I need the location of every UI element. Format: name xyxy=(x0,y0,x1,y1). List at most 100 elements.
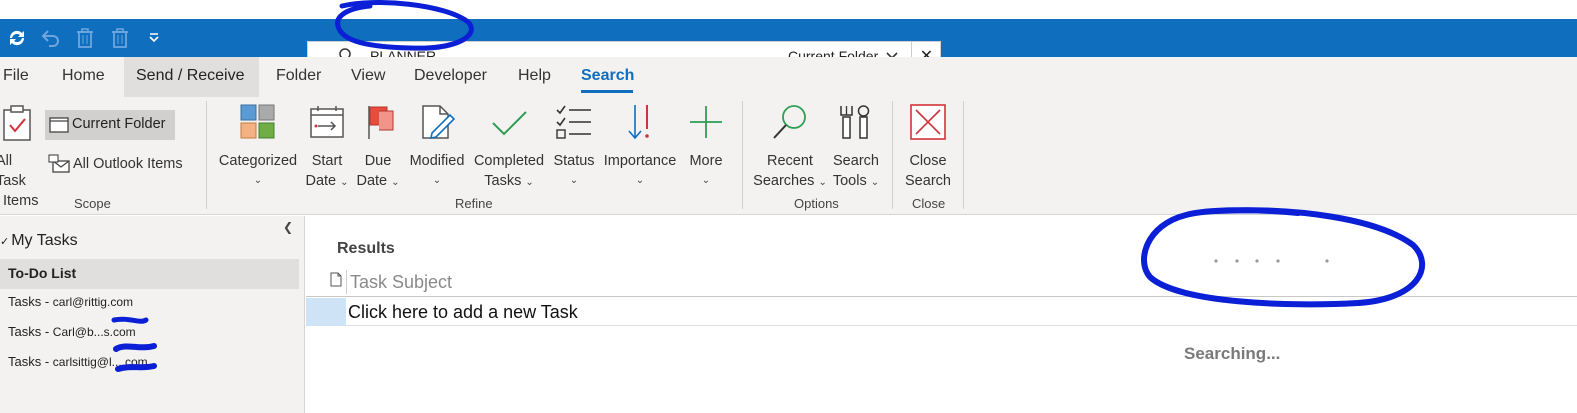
calendar-arrow-icon xyxy=(302,103,352,147)
searching-status: Searching... xyxy=(1184,344,1281,363)
delete-all-icon[interactable] xyxy=(107,25,133,51)
edit-document-icon xyxy=(404,103,470,147)
tab-home[interactable]: Home xyxy=(62,67,105,85)
search-tools-button[interactable]: Search Tools ⌄ xyxy=(828,103,884,193)
sync-icon[interactable] xyxy=(4,25,30,51)
more-button[interactable]: More ⌄ xyxy=(684,103,728,191)
all-task-items-button[interactable]: All Task Items xyxy=(0,105,44,211)
ribbon-separator xyxy=(963,101,964,209)
ribbon-separator xyxy=(206,101,207,209)
nav-item-tasks-account-3[interactable]: Tasks - carlsittig@l....com xyxy=(8,354,148,369)
close-search-label-2: Search xyxy=(905,173,951,189)
refine-group-label: Refine xyxy=(455,196,493,211)
tab-folder[interactable]: Folder xyxy=(276,67,321,85)
all-outlook-items-button[interactable]: All Outlook Items xyxy=(48,153,198,179)
new-task-placeholder[interactable]: Click here to add a new Task xyxy=(348,302,578,323)
importance-label: Importance xyxy=(603,153,677,169)
tools-icon xyxy=(828,103,884,147)
search-tools-label-1: Search xyxy=(833,153,879,169)
status-button[interactable]: Status ⌄ xyxy=(550,103,598,191)
checklist-icon xyxy=(550,103,598,147)
nav-item-tasks-account-2[interactable]: Tasks - Carl@b...s.com xyxy=(8,324,136,339)
categorize-icon xyxy=(214,103,302,147)
clipboard-check-icon xyxy=(2,105,44,147)
start-date-button[interactable]: Start Date ⌄ xyxy=(302,103,352,193)
column-divider xyxy=(346,270,347,294)
nav-item-account: carlsittig@l....com xyxy=(52,355,148,369)
recent-searches-label-1: Recent xyxy=(767,153,813,169)
tab-search[interactable]: Search xyxy=(581,67,634,85)
row-marker xyxy=(306,298,346,326)
tab-send-receive[interactable]: Send / Receive xyxy=(136,67,245,85)
start-date-label-1: Start xyxy=(311,153,343,169)
current-folder-button[interactable]: Current Folder xyxy=(45,110,175,140)
recent-searches-button[interactable]: Recent Searches ⌄ xyxy=(752,103,828,193)
outlook-window: PLANNER Current Folder ✕ File Home Send … xyxy=(0,0,1577,413)
nav-item-prefix: Tasks - xyxy=(8,354,53,369)
close-box-icon xyxy=(900,103,956,147)
chevron-down-icon: ⌄ xyxy=(818,177,827,188)
nav-item-prefix: Tasks - xyxy=(8,324,53,339)
my-tasks-header[interactable]: ✓ My Tasks xyxy=(0,232,78,250)
nav-item-tasks-account-1[interactable]: Tasks - carl@rittig.com xyxy=(8,294,133,309)
nav-item-account: carl@rittig.com xyxy=(52,295,133,309)
document-icon[interactable] xyxy=(330,272,342,292)
completed-tasks-label-1: Completed xyxy=(473,153,545,169)
all-task-items-label-1: All Task xyxy=(0,153,26,189)
nav-item-account: Carl@b...s.com xyxy=(52,325,136,339)
close-group-label: Close xyxy=(912,196,946,211)
column-header-row: Task Subject xyxy=(306,266,1577,297)
results-title: Results xyxy=(337,240,395,257)
chevron-down-icon: ⌄ xyxy=(701,175,711,186)
scope-group-label: Scope xyxy=(74,196,111,211)
folder-icon xyxy=(49,116,69,139)
tab-help[interactable]: Help xyxy=(518,67,551,85)
categorized-label: Categorized xyxy=(218,153,298,169)
chevron-down-icon: ⌄ xyxy=(253,175,263,186)
due-date-button[interactable]: Due Date ⌄ xyxy=(353,103,403,193)
tab-file[interactable]: File xyxy=(3,67,29,85)
tab-developer[interactable]: Developer xyxy=(414,67,487,85)
close-search-label-1: Close xyxy=(909,153,947,169)
customize-toolbar-icon[interactable] xyxy=(141,25,167,51)
chevron-down-icon: ⌄ xyxy=(391,177,400,188)
importance-icon xyxy=(598,103,682,147)
completed-tasks-button[interactable]: Completed Tasks ⌄ xyxy=(470,103,548,193)
all-task-items-label-2: Items xyxy=(3,193,39,209)
active-tab-indicator xyxy=(581,90,633,93)
due-date-label-2: Date xyxy=(356,173,388,189)
modified-button[interactable]: Modified ⌄ xyxy=(404,103,470,191)
nav-item-prefix: Tasks - xyxy=(8,294,53,309)
due-date-label-1: Due xyxy=(364,153,392,169)
search-tools-label-2: Tools xyxy=(832,173,867,189)
mailbox-icon xyxy=(48,154,70,179)
recent-searches-label-2: Searches xyxy=(753,173,815,189)
tab-view[interactable]: View xyxy=(351,67,385,85)
current-folder-label: Current Folder xyxy=(72,116,166,132)
chevron-down-icon: ⌄ xyxy=(635,175,645,186)
plus-icon xyxy=(684,103,728,147)
importance-button[interactable]: Importance ⌄ xyxy=(598,103,682,191)
collapse-pane-icon[interactable]: ❮ xyxy=(283,220,293,234)
delete-icon[interactable] xyxy=(72,25,98,51)
checkmark-icon xyxy=(470,103,548,147)
more-label: More xyxy=(689,153,723,169)
options-group-label: Options xyxy=(794,196,839,211)
ribbon-separator xyxy=(742,101,743,209)
chevron-down-icon: ⌄ xyxy=(525,177,534,188)
modified-label: Modified xyxy=(409,153,465,169)
new-task-row[interactable]: Click here to add a new Task xyxy=(306,298,1577,326)
magnifier-icon xyxy=(752,103,828,147)
close-search-button[interactable]: Close Search xyxy=(900,103,956,191)
my-tasks-label: My Tasks xyxy=(11,232,78,249)
flag-icon xyxy=(353,103,403,147)
column-task-subject[interactable]: Task Subject xyxy=(350,272,452,293)
categorized-button[interactable]: Categorized ⌄ xyxy=(214,103,302,191)
nav-item-todo-list[interactable]: To-Do List xyxy=(8,265,76,281)
start-date-label-2: Date xyxy=(305,173,337,189)
status-label: Status xyxy=(553,153,595,169)
ribbon: All Task Items Current Folder All Outloo… xyxy=(0,97,1577,215)
chevron-down-icon: ⌄ xyxy=(870,177,880,188)
navigation-pane: ❮ ✓ My Tasks To-Do List Tasks - carl@ritt… xyxy=(0,216,305,413)
undo-icon[interactable] xyxy=(38,25,64,51)
